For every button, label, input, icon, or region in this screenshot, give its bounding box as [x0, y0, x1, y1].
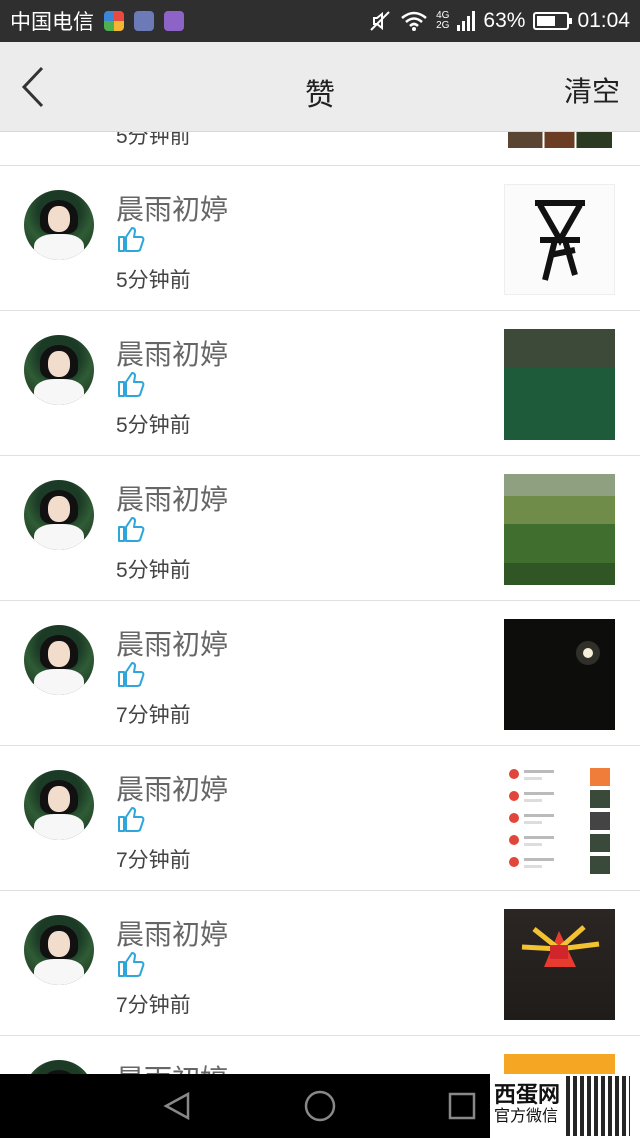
avatar[interactable] — [24, 190, 94, 260]
clear-button[interactable]: 清空 — [564, 70, 620, 110]
system-back-icon[interactable] — [162, 1090, 194, 1122]
battery-level — [537, 16, 556, 26]
username[interactable]: 晨雨初婷 — [116, 188, 228, 228]
avatar-face — [48, 786, 70, 812]
app-notification-icon — [104, 11, 124, 31]
watermark-subtitle: 官方微信 — [494, 1108, 559, 1125]
avatar-body — [34, 524, 84, 550]
watermark: 西蛋网 官方微信 — [490, 1074, 640, 1138]
avatar-body — [34, 379, 84, 405]
list-item[interactable]: 晨雨初婷 7分钟前 — [0, 601, 640, 746]
like-time: 5分钟前 — [116, 414, 191, 437]
mute-icon — [370, 11, 390, 31]
nav-bar: 赞 清空 — [0, 42, 640, 132]
post-thumbnail[interactable] — [508, 132, 612, 148]
post-thumbnail[interactable] — [504, 184, 615, 295]
likes-list: 5分钟前 晨雨初婷 5分钟前 晨雨初婷 5分钟前 晨雨初婷 5分钟前 晨雨初婷 7分钟前 晨雨初… — [0, 132, 640, 1074]
thumbs-up-icon — [118, 952, 145, 977]
status-bar: 中国电信 4G 2G 63% 01:04 — [0, 0, 640, 42]
like-time: 7分钟前 — [116, 994, 191, 1017]
post-thumbnail[interactable] — [504, 909, 615, 1020]
system-nav-bar: 西蛋网 官方微信 — [0, 1074, 640, 1138]
username[interactable]: 晨雨初婷 — [116, 333, 228, 373]
like-time: 5分钟前 — [116, 132, 191, 148]
page-title: 赞 — [305, 79, 335, 112]
post-thumbnail[interactable] — [504, 329, 615, 440]
network-type: 4G 2G — [436, 11, 449, 31]
list-item[interactable]: 晨雨初婷 — [0, 1036, 640, 1074]
post-thumbnail[interactable] — [504, 764, 615, 875]
avatar-face — [48, 496, 70, 522]
like-time: 5分钟前 — [116, 559, 191, 582]
avatar-body — [34, 234, 84, 260]
like-time: 7分钟前 — [116, 704, 191, 727]
username[interactable]: 晨雨初婷 — [116, 478, 228, 518]
avatar[interactable] — [24, 770, 94, 840]
carrier-label: 中国电信 — [10, 11, 94, 34]
avatar-face — [48, 206, 70, 232]
battery-icon — [533, 12, 573, 30]
signal-icon — [457, 11, 476, 31]
username[interactable]: 晨雨初婷 — [116, 1058, 228, 1074]
clock: 01:04 — [577, 9, 630, 32]
list-item[interactable]: 晨雨初婷 5分钟前 — [0, 456, 640, 601]
list-item[interactable]: 晨雨初婷 5分钟前 — [0, 166, 640, 311]
watermark-brand: 西蛋网 — [494, 1082, 561, 1107]
qr-code-icon — [566, 1076, 631, 1136]
post-thumbnail[interactable] — [504, 619, 615, 730]
gallery-notification-icon — [134, 11, 154, 31]
like-time: 7分钟前 — [116, 849, 191, 872]
thumbs-up-icon — [118, 662, 145, 687]
battery-percent: 63% — [483, 9, 526, 32]
avatar[interactable] — [24, 1060, 94, 1074]
post-thumbnail[interactable] — [504, 1054, 615, 1074]
thumbs-up-icon — [118, 807, 145, 832]
avatar-face — [48, 931, 70, 957]
avatar[interactable] — [24, 480, 94, 550]
list-item-partial[interactable]: 5分钟前 — [0, 132, 640, 166]
username[interactable]: 晨雨初婷 — [116, 768, 228, 808]
wifi-icon — [401, 11, 427, 31]
avatar[interactable] — [24, 335, 94, 405]
username[interactable]: 晨雨初婷 — [116, 623, 228, 663]
avatar[interactable] — [24, 625, 94, 695]
avatar-face — [48, 641, 70, 667]
avatar-body — [34, 669, 84, 695]
photo-notification-icon — [164, 11, 184, 31]
system-home-icon[interactable] — [304, 1090, 336, 1122]
list-item[interactable]: 晨雨初婷 5分钟前 — [0, 311, 640, 456]
list-item[interactable]: 晨雨初婷 7分钟前 — [0, 891, 640, 1036]
post-thumbnail[interactable] — [504, 474, 615, 585]
like-time: 5分钟前 — [116, 269, 191, 292]
avatar-body — [34, 814, 84, 840]
network-2g-label: 2G — [436, 20, 450, 31]
system-recents-icon[interactable] — [448, 1092, 476, 1120]
avatar-face — [48, 351, 70, 377]
list-item[interactable]: 晨雨初婷 7分钟前 — [0, 746, 640, 891]
avatar-body — [34, 959, 84, 985]
username[interactable]: 晨雨初婷 — [116, 913, 228, 953]
thumbs-up-icon — [118, 372, 145, 397]
thumbs-up-icon — [118, 227, 145, 252]
thumbs-up-icon — [118, 517, 145, 542]
avatar[interactable] — [24, 915, 94, 985]
